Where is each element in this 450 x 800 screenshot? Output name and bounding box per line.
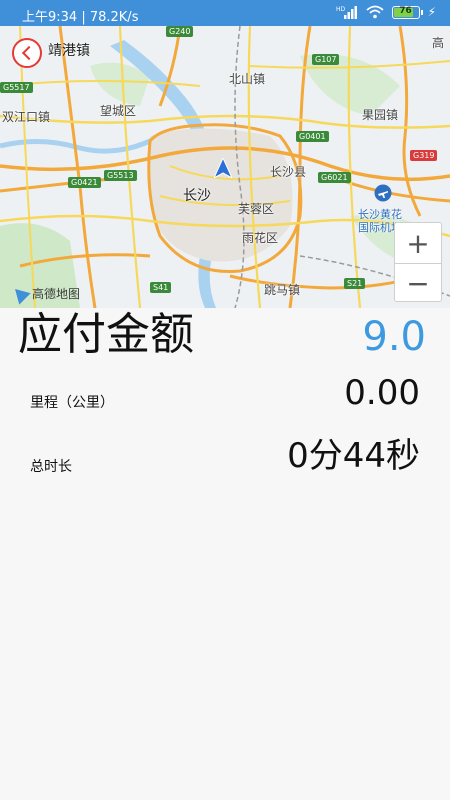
- road-shield-g0401: G0401: [296, 131, 329, 142]
- amap-logo-icon: [9, 282, 31, 305]
- road-shield-g5517: G5517: [0, 82, 33, 93]
- road-shield-g6021: G6021: [318, 172, 351, 183]
- zoom-out-button[interactable]: −: [395, 263, 441, 303]
- mileage-value: 0.00: [344, 373, 420, 413]
- mileage-label: 里程（公里）: [30, 395, 114, 411]
- zoom-in-button[interactable]: +: [395, 223, 441, 263]
- map-label-yuhua: 雨花区: [242, 231, 279, 245]
- trip-fare-screen: 上午9:34 | 78.2K/s HD 76 ⚡ 北山镇 望城区 双江口镇 果园…: [0, 0, 450, 800]
- battery-icon: 76: [391, 5, 423, 19]
- chevron-left-icon: [21, 45, 37, 61]
- amap-logo-text: 高德地图: [32, 287, 81, 301]
- fare-label: 应付金额: [18, 309, 194, 360]
- back-button[interactable]: [12, 38, 42, 68]
- map-label-beishan: 北山镇: [229, 72, 266, 86]
- status-bar: 上午9:34 | 78.2K/s HD 76 ⚡: [0, 0, 450, 26]
- status-time-speed: 上午9:34 | 78.2K/s: [22, 10, 139, 25]
- road-shield-g107: G107: [312, 54, 340, 65]
- airport-icon: [374, 184, 392, 202]
- current-location-icon: [214, 158, 232, 178]
- back-label: 靖港镇: [48, 43, 90, 59]
- status-icons: HD 76 ⚡: [336, 5, 436, 19]
- map-label-gao: 高: [432, 36, 445, 50]
- map-view[interactable]: 北山镇 望城区 双江口镇 果园镇 长沙县 长沙 芙蓉区 雨花区 跳马镇 长沙黄花…: [0, 26, 450, 308]
- signal-icon: HD: [336, 6, 357, 19]
- map-label-guoyuan: 果园镇: [362, 108, 399, 122]
- map-label-wangcheng: 望城区: [100, 104, 137, 118]
- hd-badge: HD: [336, 6, 346, 13]
- wifi-icon: [365, 5, 384, 19]
- map-label-changsha-county: 长沙县: [270, 165, 307, 179]
- zoom-controls: + −: [394, 222, 442, 302]
- road-shield-s21: S21: [344, 278, 366, 289]
- map-label-shuangjiangkou: 双江口镇: [2, 110, 51, 124]
- fare-value: 9.0: [362, 314, 426, 360]
- road-shield-g240: G240: [166, 26, 194, 37]
- charging-icon: ⚡: [427, 5, 436, 19]
- duration-label: 总时长: [30, 459, 72, 475]
- map-label-city: 长沙: [183, 188, 211, 204]
- duration-value: 0分44秒: [287, 436, 420, 476]
- road-shield-s41: S41: [150, 282, 172, 293]
- amap-logo: 高德地图: [9, 282, 81, 305]
- battery-level: 76: [399, 5, 412, 16]
- map-label-furong: 芙蓉区: [238, 202, 275, 216]
- map-label-tiaoma: 跳马镇: [264, 283, 301, 297]
- road-shield-g319: G319: [410, 150, 438, 161]
- road-shield-g5513: G5513: [104, 170, 137, 181]
- road-shield-g0421: G0421: [68, 177, 101, 188]
